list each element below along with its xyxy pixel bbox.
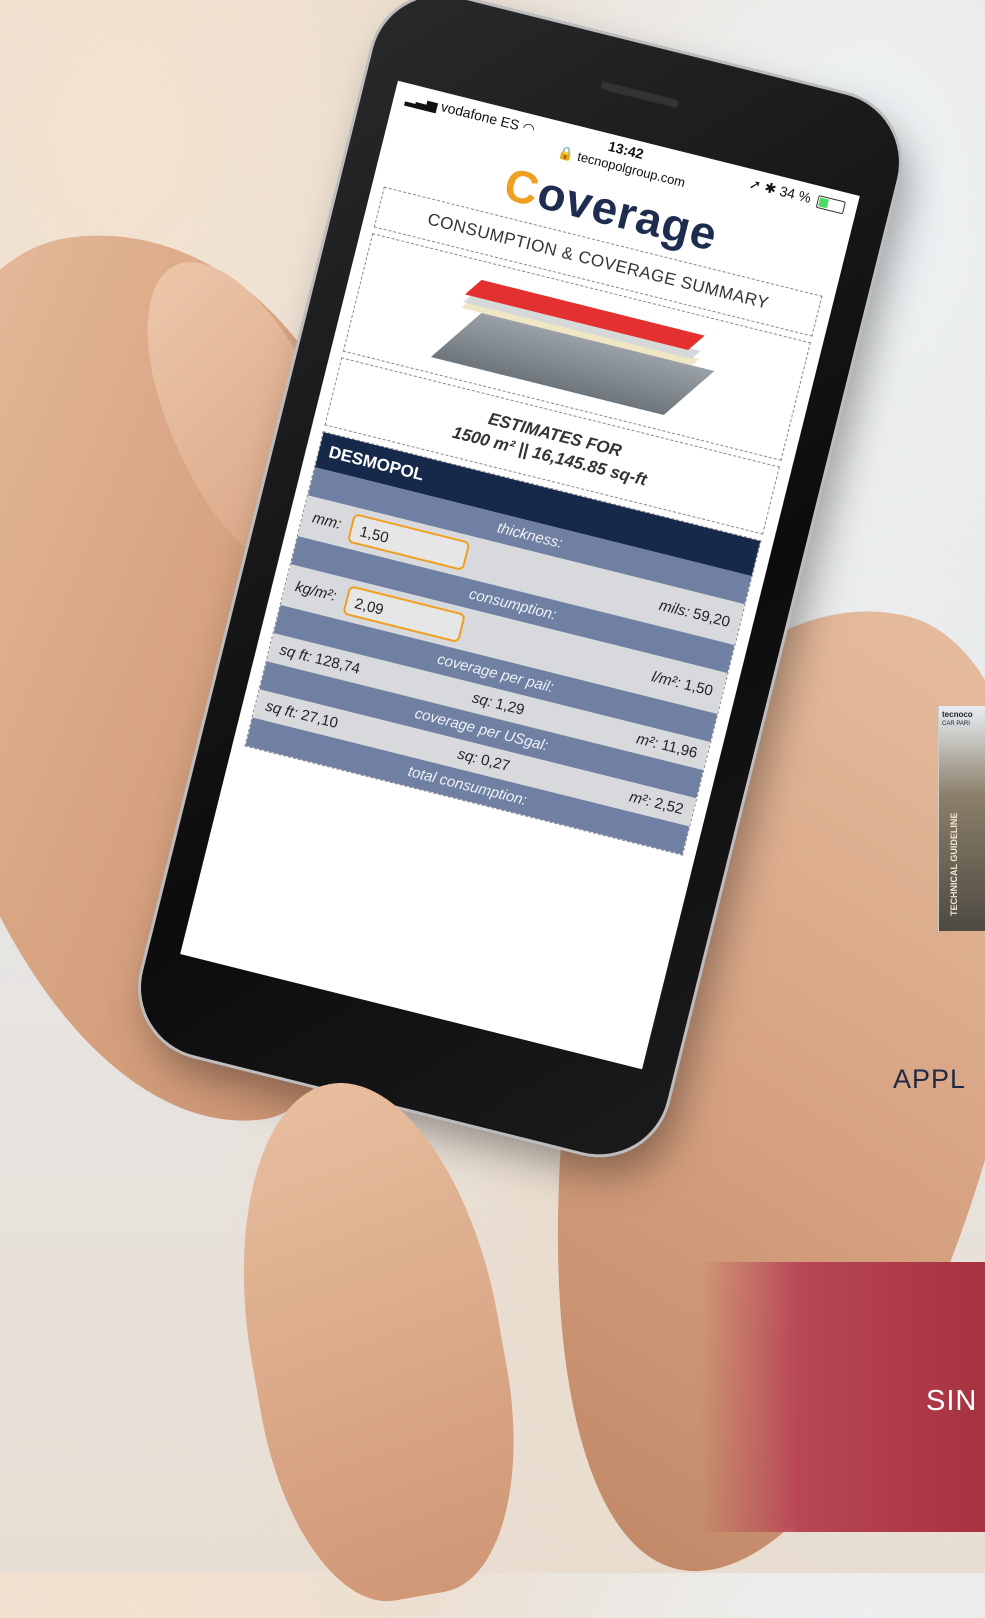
usgal-sq-label: sq: bbox=[455, 745, 480, 768]
kg-label: kg/m²: bbox=[293, 578, 338, 606]
usgal-sqft-value: 27,10 bbox=[299, 706, 340, 733]
mils-value: 59,20 bbox=[691, 605, 732, 631]
usgal-sqft-label: sq ft: bbox=[263, 697, 300, 723]
pail-sq-value: 1,29 bbox=[493, 695, 527, 719]
brochure-logo: tecnoco bbox=[942, 710, 973, 719]
liter-value: 1,50 bbox=[682, 675, 715, 700]
mils-label: mils: bbox=[657, 596, 692, 621]
right-thumb bbox=[206, 1062, 544, 1618]
technical-guideline-brochure: tecnoco CAR PARI TECHNICAL GUIDELINE bbox=[938, 706, 985, 931]
brochure-vertical-title: TECHNICAL GUIDELINE bbox=[949, 812, 959, 916]
pail-m2-value: 11,96 bbox=[659, 736, 700, 763]
usgal-sq-value: 0,27 bbox=[479, 751, 512, 776]
background-sin-text: SIN bbox=[926, 1385, 978, 1417]
location-icon: ➚ bbox=[747, 175, 763, 194]
background-appl-text: APPL bbox=[893, 1064, 967, 1094]
bluetooth-icon: ✱ bbox=[762, 178, 779, 198]
liter-label: l/m²: bbox=[650, 667, 683, 692]
pail-sqft-value: 128,74 bbox=[313, 650, 362, 678]
pail-m2-label: m²: bbox=[634, 730, 660, 753]
pail-sq-label: sq: bbox=[470, 689, 494, 711]
brochure-subtitle: CAR PARI bbox=[942, 721, 970, 727]
lock-icon: 🔒 bbox=[556, 143, 576, 163]
pail-sqft-label: sq ft: bbox=[277, 641, 314, 666]
usgal-m2-label: m²: bbox=[627, 788, 653, 811]
phone-speaker bbox=[599, 81, 680, 109]
usgal-m2-value: 2,52 bbox=[652, 794, 686, 819]
mils-group: mils:59,20 bbox=[657, 597, 731, 631]
liter-group: l/m²:1,50 bbox=[650, 668, 715, 700]
mm-label: mm: bbox=[310, 509, 344, 534]
